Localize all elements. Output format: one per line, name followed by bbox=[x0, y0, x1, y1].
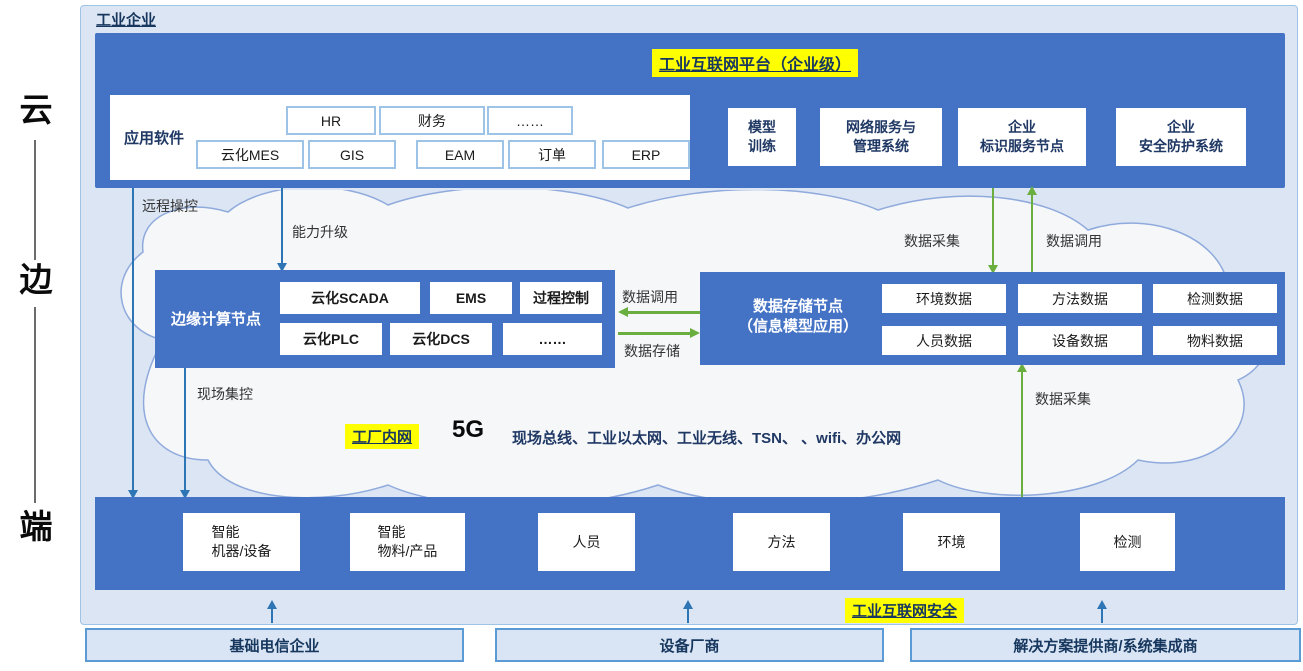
app-box-hr: HR bbox=[286, 106, 376, 135]
edge-box-process-control: 过程控制 bbox=[520, 282, 602, 314]
device-box-inspection: 检测 bbox=[1080, 513, 1175, 571]
edge-computing-node: 边缘计算节点 云化SCADA EMS 过程控制 云化PLC 云化DCS …… bbox=[155, 270, 615, 368]
capability-upgrade-label: 能力升级 bbox=[292, 222, 348, 242]
remote-control-label: 远程操控 bbox=[142, 196, 198, 216]
industrial-internet-architecture-diagram: 云 边 端 工业企业 工业互联网平台（企业级） 应用软件 HR 财务 …… 云化… bbox=[0, 0, 1303, 671]
device-box-method: 方法 bbox=[733, 513, 830, 571]
vendor-box-integrator: 解决方案提供商/系统集成商 bbox=[910, 628, 1301, 662]
edge-node-label: 边缘计算节点 bbox=[171, 310, 261, 330]
device-layer-bar: 智能 机器/设备 智能 物料/产品 人员 方法 环境 检测 bbox=[95, 497, 1285, 590]
field-control-label: 现场集控 bbox=[197, 384, 253, 404]
vendor-arrow-telecom bbox=[271, 608, 273, 623]
data-call-top-label: 数据调用 bbox=[1046, 231, 1102, 251]
data-collect-top-label: 数据采集 bbox=[904, 231, 960, 251]
module-model-training: 模型 训练 bbox=[728, 108, 796, 166]
edge-box-plc: 云化PLC bbox=[280, 323, 382, 355]
edge-box-more: …… bbox=[503, 323, 602, 355]
storage-box-personnel: 人员数据 bbox=[882, 326, 1006, 355]
platform-title: 工业互联网平台（企业级） bbox=[652, 49, 858, 77]
edge-box-ems: EMS bbox=[430, 282, 512, 314]
app-box-order: 订单 bbox=[508, 140, 596, 169]
vendor-box-telecom: 基础电信企业 bbox=[85, 628, 464, 662]
device-box-environment: 环境 bbox=[903, 513, 1000, 571]
app-software-label: 应用软件 bbox=[124, 127, 184, 148]
app-box-eam: EAM bbox=[416, 140, 504, 169]
capability-upgrade-arrow bbox=[281, 188, 283, 264]
data-call-mid-arrow bbox=[627, 311, 700, 314]
edge-box-dcs: 云化DCS bbox=[390, 323, 492, 355]
data-collect-bottom-label: 数据采集 bbox=[1035, 389, 1091, 409]
module-network-service-mgmt: 网络服务与 管理系统 bbox=[820, 108, 942, 166]
data-call-top-arrow bbox=[1031, 194, 1033, 272]
data-call-mid-label: 数据调用 bbox=[622, 287, 678, 307]
app-box-gis: GIS bbox=[308, 140, 396, 169]
app-box-mes: 云化MES bbox=[196, 140, 304, 169]
data-storage-node: 数据存储节点 （信息模型应用） 环境数据 方法数据 检测数据 人员数据 设备数据… bbox=[700, 272, 1285, 365]
vendor-arrow-equipment bbox=[687, 608, 689, 623]
intranet-networks-list: 现场总线、工业以太网、工业无线、TSN、 、wifi、办公网 bbox=[512, 427, 901, 448]
industrial-internet-security-label: 工业互联网安全 bbox=[845, 598, 964, 623]
data-store-mid-arrow bbox=[618, 332, 691, 335]
storage-box-env: 环境数据 bbox=[882, 284, 1006, 313]
app-software-panel: 应用软件 HR 财务 …… 云化MES GIS EAM 订单 ERP bbox=[110, 95, 690, 180]
module-enterprise-id-node: 企业 标识服务节点 bbox=[958, 108, 1086, 166]
vendor-arrow-integrator bbox=[1101, 608, 1103, 623]
storage-box-material: 物料数据 bbox=[1153, 326, 1277, 355]
rail-line-edge-device bbox=[34, 307, 36, 503]
factory-intranet-label: 工厂内网 bbox=[345, 424, 419, 449]
remote-control-arrow bbox=[132, 188, 134, 491]
intranet-5g-label: 5G bbox=[452, 416, 484, 444]
rail-line-cloud-edge bbox=[34, 140, 36, 260]
layer-label-device: 端 bbox=[14, 510, 58, 543]
data-store-mid-label: 数据存储 bbox=[624, 341, 680, 361]
app-box-finance: 财务 bbox=[379, 106, 485, 135]
vendor-box-equipment: 设备厂商 bbox=[495, 628, 884, 662]
platform-bar: 工业互联网平台（企业级） 应用软件 HR 财务 …… 云化MES GIS EAM… bbox=[95, 33, 1285, 188]
storage-box-inspect: 检测数据 bbox=[1153, 284, 1277, 313]
device-box-personnel: 人员 bbox=[538, 513, 635, 571]
device-box-smart-machine: 智能 机器/设备 bbox=[183, 513, 300, 571]
layer-label-cloud: 云 bbox=[14, 93, 58, 126]
edge-box-scada: 云化SCADA bbox=[280, 282, 420, 314]
app-box-more-top: …… bbox=[487, 106, 573, 135]
device-box-smart-material: 智能 物料/产品 bbox=[350, 513, 465, 571]
storage-node-label: 数据存储节点 （信息模型应用） bbox=[718, 297, 878, 338]
data-collect-bottom-arrow bbox=[1021, 371, 1023, 497]
storage-box-method: 方法数据 bbox=[1018, 284, 1142, 313]
field-control-arrow bbox=[184, 368, 186, 491]
data-collect-top-arrow bbox=[992, 188, 994, 266]
enterprise-label: 工业企业 bbox=[96, 9, 156, 30]
layer-label-edge: 边 bbox=[14, 263, 58, 296]
app-box-erp: ERP bbox=[602, 140, 690, 169]
storage-box-equipment: 设备数据 bbox=[1018, 326, 1142, 355]
module-enterprise-security: 企业 安全防护系统 bbox=[1116, 108, 1246, 166]
